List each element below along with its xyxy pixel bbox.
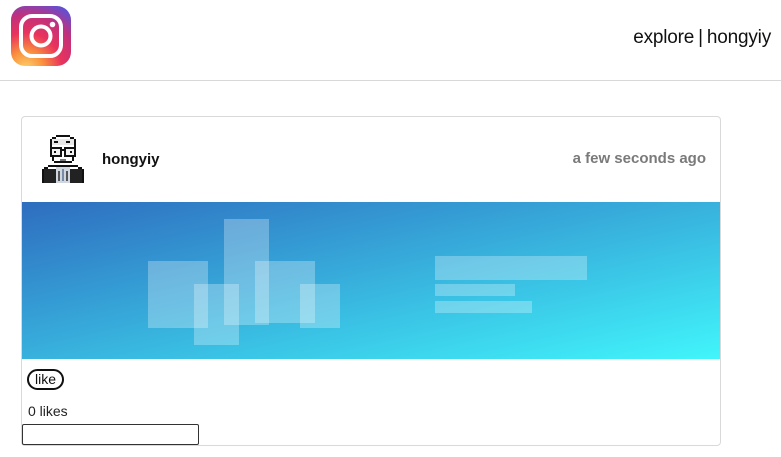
image-block: [435, 256, 587, 280]
post-username[interactable]: hongyiy: [102, 151, 160, 168]
nav-separator: |: [698, 27, 703, 48]
nav-user-link[interactable]: hongyiy: [707, 27, 771, 48]
image-block: [194, 284, 239, 345]
post-header: hongyiy a few seconds ago: [22, 117, 720, 202]
top-bar: explore | hongyiy: [0, 0, 781, 81]
avatar[interactable]: [42, 135, 86, 183]
post-image[interactable]: [22, 202, 720, 359]
instagram-logo-icon[interactable]: [11, 6, 71, 66]
post-timestamp: a few seconds ago: [572, 150, 706, 167]
top-nav: explore | hongyiy: [633, 27, 771, 49]
post-card: hongyiy a few seconds ago like 0 likes: [21, 116, 721, 446]
comment-input[interactable]: [22, 424, 199, 445]
image-block: [435, 284, 515, 296]
image-block: [300, 284, 340, 328]
image-block: [435, 301, 532, 313]
likes-count: 0 likes: [28, 403, 68, 419]
nav-explore-link[interactable]: explore: [633, 27, 694, 48]
like-button[interactable]: like: [27, 369, 65, 390]
